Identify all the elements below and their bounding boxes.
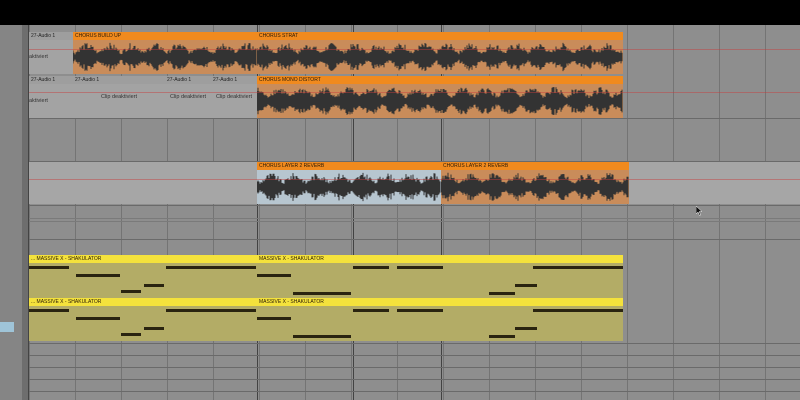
clip-title: CHORUS LAYER 2 REVERB [257,162,441,170]
waveform [441,172,629,202]
clip-left-text: aktiviert [29,54,48,60]
clip-massive-x-2[interactable]: MASSIVE X - SHAKULATOR [257,255,623,298]
clip-t2-deactivated-3[interactable]: 27-Audio 1 Clip deaktiviert [165,76,211,118]
arrangement-view[interactable]: 27-Audio 1 aktiviert CHORUS BUILD UP CHO… [29,25,800,400]
top-black-bar [0,0,800,25]
midi-note [397,266,443,269]
waveform [73,42,257,72]
midi-note [489,335,515,338]
midi-note [353,266,389,269]
clip-deactivated-text: Clip deaktiviert [100,94,138,100]
midi-note [293,292,351,295]
clip-t2-deactivated-1[interactable]: 27-Audio 1 aktiviert [29,76,73,118]
midi-note [76,317,120,320]
clip-title: 27-Audio 1 [29,32,73,40]
waveform-path [441,172,629,202]
clip-title: CHORUS STRAT [257,32,623,40]
midi-note [121,290,141,293]
midi-note [29,309,69,312]
midi-note [166,266,256,269]
clip-title: 27-Audio 1 [29,76,73,84]
clip-deactivated-text: Clip deaktiviert [215,94,253,100]
clip-massive-x-1[interactable]: ... MASSIVE X - SHAKULATOR [29,255,257,298]
arrangement-screen: 27-Audio 1 aktiviert CHORUS BUILD UP CHO… [0,0,800,400]
waveform [257,87,623,115]
midi-note [144,327,164,330]
clip-t1-deactivated[interactable]: 27-Audio 1 aktiviert [29,32,73,74]
clip-title: 27-Audio 1 [211,76,257,84]
clip-chorus-layer-2-reverb-1[interactable]: CHORUS LAYER 2 REVERB [257,162,441,204]
clip-title: MASSIVE X - SHAKULATOR [257,298,623,306]
midi-note [515,284,537,287]
track-header-strip[interactable] [0,25,23,400]
midi-note [29,266,69,269]
selected-track-tab[interactable] [0,322,14,332]
midi-note [166,309,256,312]
midi-note [293,335,351,338]
waveform-path [73,42,257,72]
clip-title: CHORUS LAYER 2 REVERB [441,162,629,170]
clip-deactivated-text: Clip deaktiviert [169,94,207,100]
midi-note [515,327,537,330]
clip-title: CHORUS MONO DISTORT [257,76,623,84]
clip-massive-x-3[interactable]: ... MASSIVE X - SHAKULATOR [29,298,257,341]
clip-title: 27-Audio 1 [73,76,165,84]
midi-note [533,309,623,312]
clip-t2-deactivated-4[interactable]: 27-Audio 1 Clip deaktiviert [211,76,257,118]
clip-chorus-mono-distort[interactable]: CHORUS MONO DISTORT [257,76,623,118]
clip-chorus-build-up[interactable]: CHORUS BUILD UP [73,32,257,74]
clip-title: CHORUS BUILD UP [73,32,257,40]
clip-chorus-strat[interactable]: CHORUS STRAT [257,32,623,74]
waveform-path [257,42,623,72]
clip-t2-deactivated-2[interactable]: 27-Audio 1 Clip deaktiviert [73,76,165,118]
clip-chorus-layer-2-reverb-2[interactable]: CHORUS LAYER 2 REVERB [441,162,629,204]
midi-note [353,309,389,312]
midi-note [144,284,164,287]
waveform-path [257,172,441,202]
midi-note [489,292,515,295]
midi-note [76,274,120,277]
clip-massive-x-4[interactable]: MASSIVE X - SHAKULATOR [257,298,623,341]
mouse-pointer-icon [696,206,703,216]
waveform [257,42,623,72]
clip-left-text: aktiviert [29,98,48,104]
splitter[interactable] [22,25,29,400]
midi-note [257,317,291,320]
clip-title: ... MASSIVE X - SHAKULATOR [29,255,257,263]
clip-title: MASSIVE X - SHAKULATOR [257,255,623,263]
midi-note [533,266,623,269]
clip-title: 27-Audio 1 [165,76,211,84]
midi-note [397,309,443,312]
clip-title: ... MASSIVE X - SHAKULATOR [29,298,257,306]
midi-note [257,274,291,277]
waveform [257,172,441,202]
midi-note [121,333,141,336]
